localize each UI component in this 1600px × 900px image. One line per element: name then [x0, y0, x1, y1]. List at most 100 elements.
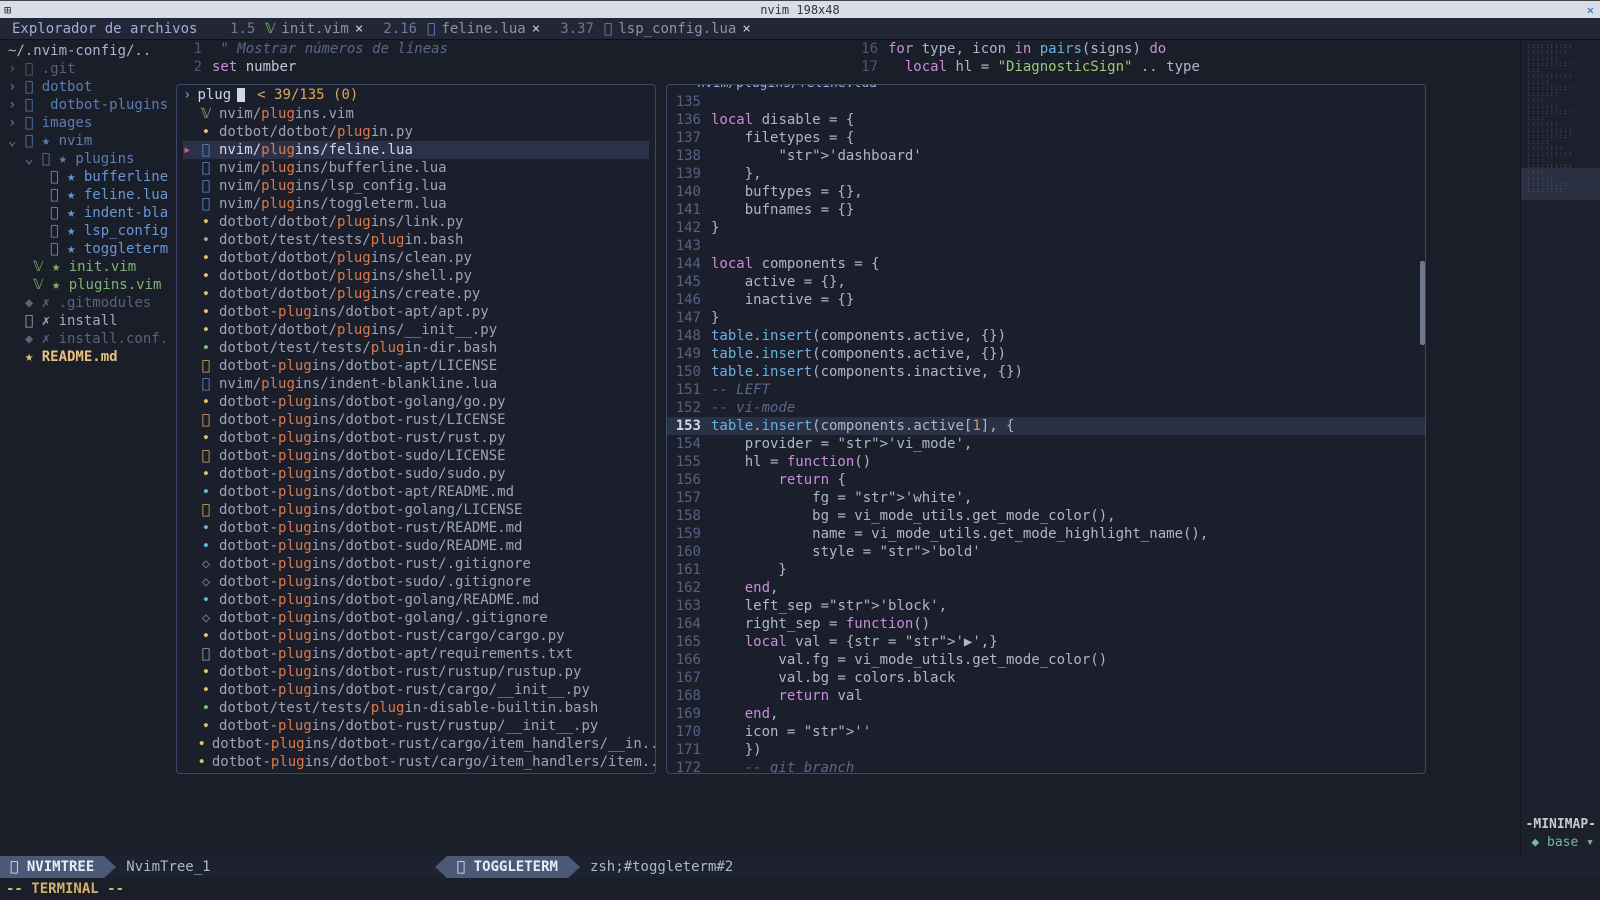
filetype-icon: 󰿃: [199, 447, 213, 465]
tab-feline-lua[interactable]: 2.16 󰢱feline.lua ×: [373, 18, 550, 39]
result-item[interactable]: ∙dotbot-plugins/dotbot-golang/go.py: [183, 393, 649, 411]
tree-item[interactable]: ◆ ✗ .gitmodules: [8, 294, 168, 312]
code-line: 164 right_sep = function(): [667, 615, 1425, 633]
result-item[interactable]: ∙dotbot-plugins/dotbot-golang/README.md: [183, 591, 649, 609]
result-item[interactable]: ∙dotbot-plugins/dotbot-rust/cargo/item_h…: [183, 753, 649, 771]
result-item[interactable]: ◇dotbot-plugins/dotbot-sudo/.gitignore: [183, 573, 649, 591]
result-list[interactable]: 𝕍nvim/plugins.vim ∙dotbot/dotbot/plugin.…: [177, 105, 655, 773]
tree-item[interactable]: 󰈙 ✗ install: [8, 312, 168, 330]
result-item[interactable]: ∙dotbot-plugins/dotbot-rust/cargo/__init…: [183, 681, 649, 699]
filetype-icon: 󰈙: [199, 645, 213, 663]
result-item[interactable]: ▸󰢱nvim/plugins/feline.lua: [183, 141, 649, 159]
code-line: 146 inactive = {}: [667, 291, 1425, 309]
result-item[interactable]: ∙dotbot/test/tests/plugin.bash: [183, 231, 649, 249]
tree-item[interactable]: 󰢱 ★ feline.lua: [8, 186, 168, 204]
result-item[interactable]: ∙dotbot/dotbot/plugins/clean.py: [183, 249, 649, 267]
code-line: 171 }): [667, 741, 1425, 759]
file-tree[interactable]: ~/.nvim-config/.. › 󰉋 .git› 󰉋 dotbot› 󰉋 …: [0, 40, 168, 856]
tab-init-vim[interactable]: 1.5 𝕍init.vim ×: [220, 18, 373, 39]
scrollbar-thumb[interactable]: [1420, 261, 1425, 345]
result-item[interactable]: ∙dotbot-plugins/dotbot-rust/README.md: [183, 519, 649, 537]
result-item[interactable]: 󰢱nvim/plugins/toggleterm.lua: [183, 195, 649, 213]
result-item[interactable]: ◇dotbot-plugins/dotbot-golang/.gitignore: [183, 609, 649, 627]
tree-item[interactable]: ⌄ 󰉋 ★ nvim: [8, 132, 168, 150]
filetype-icon: ◇: [199, 555, 213, 573]
result-item[interactable]: ∙dotbot-plugins/dotbot-rust/cargo/cargo.…: [183, 627, 649, 645]
result-item[interactable]: 󰿃dotbot-plugins/dotbot-golang/LICENSE: [183, 501, 649, 519]
filetype-icon: ∙: [199, 681, 213, 699]
code-line: 143: [667, 237, 1425, 255]
lua-icon: 󰢱: [427, 21, 435, 37]
tree-item[interactable]: 󰢱 ★ lsp_config.: [8, 222, 168, 240]
result-item[interactable]: ∙dotbot/test/tests/plugin-dir.bash: [183, 339, 649, 357]
close-icon[interactable]: ✕: [1587, 3, 1594, 17]
filetype-icon: 󰢱: [199, 195, 213, 213]
tab-close-icon[interactable]: ×: [355, 21, 363, 37]
tree-item[interactable]: 󰢱 ★ toggleterm.: [8, 240, 168, 258]
filetype-icon: 󰿃: [199, 411, 213, 429]
app-icon: ⊞: [4, 3, 11, 17]
result-item[interactable]: ∙dotbot/dotbot/plugin.py: [183, 123, 649, 141]
result-item[interactable]: ∙dotbot/dotbot/plugins/__init__.py: [183, 321, 649, 339]
filetype-icon: ∙: [199, 249, 213, 267]
result-item[interactable]: 󰈙dotbot-plugins/dotbot-apt/requirements.…: [183, 645, 649, 663]
filetype-icon: ∙: [199, 699, 213, 717]
result-item[interactable]: 󰢱nvim/plugins/indent-blankline.lua: [183, 375, 649, 393]
buffer-init-vim[interactable]: 1 " Mostrar números de líneas 2set numbe…: [168, 40, 844, 82]
result-item[interactable]: 󰿃dotbot-plugins/dotbot-rust/LICENSE: [183, 411, 649, 429]
tree-item[interactable]: 󰢱 ★ bufferline.: [8, 168, 168, 186]
tree-item[interactable]: 󰢱 ★ indent-blan: [8, 204, 168, 222]
result-item[interactable]: ∙dotbot-plugins/dotbot-sudo/README.md: [183, 537, 649, 555]
filetype-icon: ∙: [199, 267, 213, 285]
result-item[interactable]: ◇dotbot-plugins/dotbot-rust/.gitignore: [183, 555, 649, 573]
tree-item[interactable]: ◆ ✗ install.conf.ya: [8, 330, 168, 348]
filetype-icon: ∙: [199, 717, 213, 735]
result-item[interactable]: 󰿃dotbot-plugins/dotbot-sudo/LICENSE: [183, 447, 649, 465]
telescope-preview: nvim/plugins/feline.lua 135136local disa…: [666, 84, 1426, 774]
result-item[interactable]: 𝕍nvim/plugins.vim: [183, 105, 649, 123]
result-item[interactable]: ∙dotbot-plugins/dotbot-rust/rust.py: [183, 429, 649, 447]
minimap-viewport[interactable]: [1521, 168, 1600, 200]
code-line: 150table.insert(components.inactive, {}): [667, 363, 1425, 381]
result-item[interactable]: ∙dotbot-plugins/dotbot-rust/cargo/item_h…: [183, 735, 649, 753]
tree-item[interactable]: › 󰉋 .git: [8, 60, 168, 78]
result-item[interactable]: ∙dotbot-plugins/dotbot-rust/rustup/__ini…: [183, 717, 649, 735]
filetype-icon: 󰿃: [199, 501, 213, 519]
code-line: 154 provider = "str">'vi_mode',: [667, 435, 1425, 453]
result-item[interactable]: ∙dotbot-plugins/dotbot-rust/rustup/rustu…: [183, 663, 649, 681]
code-line: 147}: [667, 309, 1425, 327]
result-item[interactable]: ∙dotbot-plugins/dotbot-apt/README.md: [183, 483, 649, 501]
tree-item[interactable]: › 󰉋 dotbot: [8, 78, 168, 96]
code-line: 170 icon = "str">'': [667, 723, 1425, 741]
code-line: 137 filetypes = {: [667, 129, 1425, 147]
result-count: < 39/135 (0): [257, 87, 358, 103]
buffer-lsp-config[interactable]: 16for type, icon in pairs(signs) do17 lo…: [844, 40, 1520, 82]
window-title: nvim 198x48: [760, 3, 839, 17]
telescope-picker[interactable]: › plug < 39/135 (0) 𝕍nvim/plugins.vim ∙d…: [176, 84, 656, 774]
result-item[interactable]: ∙dotbot-plugins/dotbot-sudo/sudo.py: [183, 465, 649, 483]
result-item[interactable]: ∙dotbot-plugins/dotbot-apt/apt.py: [183, 303, 649, 321]
result-item[interactable]: ∙dotbot/dotbot/plugins/link.py: [183, 213, 649, 231]
code-line: 158 bg = vi_mode_utils.get_mode_color(),: [667, 507, 1425, 525]
tab-close-icon[interactable]: ×: [532, 21, 540, 37]
result-item[interactable]: 󰢱nvim/plugins/bufferline.lua: [183, 159, 649, 177]
result-item[interactable]: ∙dotbot/dotbot/plugins/shell.py: [183, 267, 649, 285]
telescope-prompt[interactable]: › plug < 39/135 (0): [177, 85, 655, 105]
tree-item[interactable]: › 󰉋 images: [8, 114, 168, 132]
tree-item[interactable]: ★ README.md: [8, 348, 168, 366]
tree-item[interactable]: 𝕍 ★ init.vim: [8, 258, 168, 276]
tab-close-icon[interactable]: ×: [742, 21, 750, 37]
result-item[interactable]: ∙dotbot/dotbot/plugins/create.py: [183, 285, 649, 303]
tab-lsp_config-lua[interactable]: 3.37 󰢱lsp_config.lua ×: [550, 18, 761, 39]
result-item[interactable]: 󰢱nvim/plugins/lsp_config.lua: [183, 177, 649, 195]
minimap[interactable]: :::::::::: ::::::::: ::::::: :::::::::: …: [1520, 40, 1600, 856]
code-line: 151-- LEFT: [667, 381, 1425, 399]
tree-item[interactable]: › 󰉋 dotbot-plugins: [8, 96, 168, 114]
result-item[interactable]: 󰿃dotbot-plugins/dotbot-apt/LICENSE: [183, 357, 649, 375]
result-item[interactable]: ∙dotbot/test/tests/plugin-disable-builti…: [183, 699, 649, 717]
tree-item[interactable]: 𝕍 ★ plugins.vim: [8, 276, 168, 294]
tree-item[interactable]: ⌄ 󰉋 ★ plugins: [8, 150, 168, 168]
filetype-icon: ∙: [199, 339, 213, 357]
tree-root[interactable]: ~/.nvim-config/..: [8, 42, 168, 60]
filetype-icon: ∙: [199, 321, 213, 339]
